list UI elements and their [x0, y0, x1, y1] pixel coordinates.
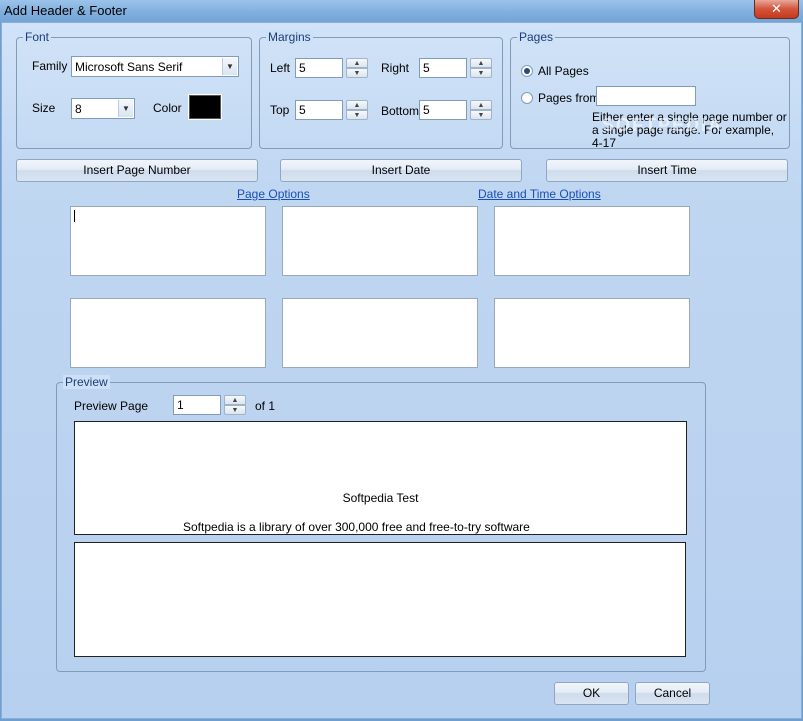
pages-group-legend: Pages [517, 30, 556, 44]
pages-from-input[interactable] [596, 86, 696, 106]
close-icon: ✕ [771, 1, 782, 16]
dialog-body: Font Family Microsoft Sans Serif ▼ Size … [1, 22, 802, 719]
preview-header-pane: Softpedia Test Softpedia is a library of… [74, 421, 687, 535]
chevron-down-icon[interactable]: ▼ [222, 58, 237, 75]
footer-right-input[interactable] [494, 298, 690, 368]
header-left-input[interactable] [70, 206, 266, 276]
insert-page-number-button[interactable]: Insert Page Number [16, 159, 258, 182]
spin-up-icon[interactable]: ▲ [470, 58, 492, 68]
left-margin-input[interactable]: 5 [295, 58, 343, 78]
spin-up-icon[interactable]: ▲ [470, 100, 492, 110]
footer-center-input[interactable] [282, 298, 478, 368]
insert-date-button[interactable]: Insert Date [280, 159, 522, 182]
font-family-combo[interactable]: Microsoft Sans Serif ▼ [71, 56, 239, 77]
color-swatch[interactable] [188, 94, 222, 120]
preview-page-spinner[interactable]: ▲ ▼ [224, 395, 246, 415]
preview-page-count: of 1 [255, 399, 276, 413]
top-margin-spinner[interactable]: ▲ ▼ [346, 100, 368, 120]
spin-down-icon[interactable]: ▼ [470, 68, 492, 78]
close-button[interactable]: ✕ [754, 0, 799, 19]
font-size-combo[interactable]: 8 ▼ [71, 98, 135, 119]
preview-group: Preview Preview Page 1 ▲ ▼ of 1 Softpedi… [56, 375, 706, 672]
header-center-input[interactable] [282, 206, 478, 276]
bottom-margin-spinner[interactable]: ▲ ▼ [470, 100, 492, 120]
spin-up-icon[interactable]: ▲ [346, 58, 368, 68]
spin-down-icon[interactable]: ▼ [470, 110, 492, 120]
spin-up-icon[interactable]: ▲ [224, 395, 246, 405]
left-margin-label: Left [270, 61, 291, 75]
text-caret [74, 210, 75, 222]
footer-left-input[interactable] [70, 298, 266, 368]
pages-from-radio[interactable] [521, 92, 533, 104]
size-label: Size [32, 101, 56, 115]
top-margin-label: Top [270, 103, 290, 117]
watermark: SOFTPEDIA [602, 115, 724, 135]
preview-group-legend: Preview [63, 375, 110, 389]
preview-page-input[interactable]: 1 [173, 395, 221, 415]
left-margin-spinner[interactable]: ▲ ▼ [346, 58, 368, 78]
cancel-button[interactable]: Cancel [635, 682, 710, 705]
pages-from-label[interactable]: Pages from [538, 91, 599, 105]
spin-down-icon[interactable]: ▼ [346, 110, 368, 120]
bottom-margin-label: Bottom [381, 104, 420, 118]
date-time-options-link[interactable]: Date and Time Options [478, 187, 601, 201]
title-bar: Add Header & Footer ✕ [0, 0, 803, 22]
preview-page-label: Preview Page [74, 399, 149, 413]
window-title: Add Header & Footer [4, 3, 127, 18]
right-margin-input[interactable]: 5 [419, 58, 467, 78]
all-pages-label[interactable]: All Pages [538, 64, 589, 78]
spin-down-icon[interactable]: ▼ [346, 68, 368, 78]
ok-button[interactable]: OK [554, 682, 629, 705]
color-label: Color [153, 101, 182, 115]
right-margin-label: Right [381, 61, 410, 75]
font-group: Font Family Microsoft Sans Serif ▼ Size … [16, 30, 252, 149]
font-group-legend: Font [23, 30, 52, 44]
bottom-margin-input[interactable]: 5 [419, 100, 467, 120]
preview-body-text: Softpedia is a library of over 300,000 f… [183, 520, 530, 534]
font-family-value: Microsoft Sans Serif [75, 60, 183, 74]
insert-time-button[interactable]: Insert Time [546, 159, 788, 182]
spin-down-icon[interactable]: ▼ [224, 405, 246, 415]
page-options-link[interactable]: Page Options [237, 187, 310, 201]
font-size-value: 8 [75, 102, 82, 116]
right-margin-spinner[interactable]: ▲ ▼ [470, 58, 492, 78]
top-margin-input[interactable]: 5 [295, 100, 343, 120]
margins-group-legend: Margins [266, 30, 313, 44]
preview-footer-pane [74, 542, 686, 657]
all-pages-radio[interactable] [521, 65, 533, 77]
spin-up-icon[interactable]: ▲ [346, 100, 368, 110]
preview-header-text: Softpedia Test [342, 491, 419, 505]
family-label: Family [32, 59, 68, 73]
header-right-input[interactable] [494, 206, 690, 276]
margins-group: Margins Left 5 ▲ ▼ Right 5 ▲ ▼ Top 5 ▲ ▼… [259, 30, 503, 149]
chevron-down-icon[interactable]: ▼ [118, 100, 133, 117]
